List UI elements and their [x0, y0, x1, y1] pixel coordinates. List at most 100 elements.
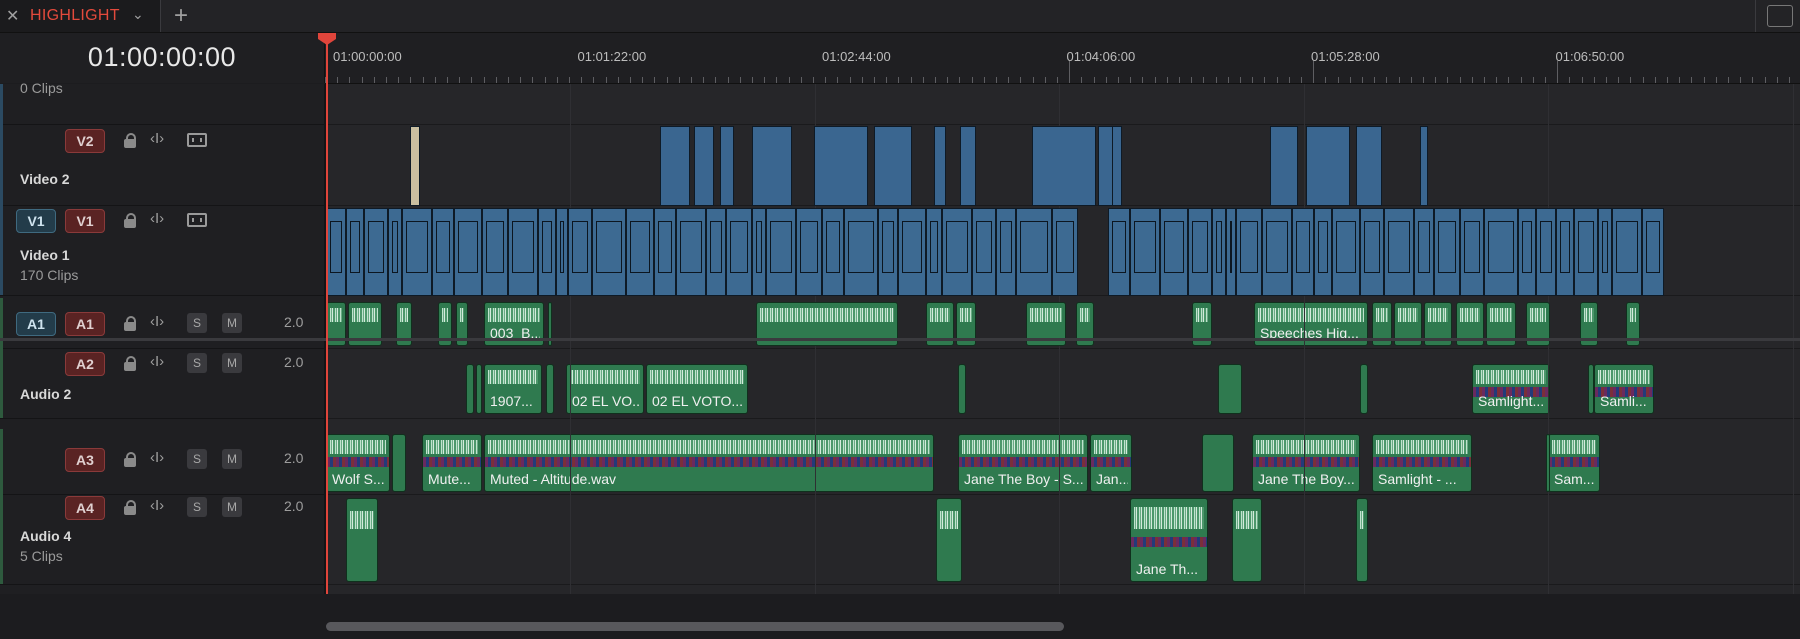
video-clip[interactable] — [1226, 208, 1236, 296]
audio-clip[interactable] — [466, 364, 474, 414]
audio-clip[interactable] — [1356, 498, 1368, 582]
video-clip[interactable] — [926, 208, 942, 296]
timeline-tab-title[interactable]: HIGHLIGHT — [30, 7, 120, 25]
video-clip[interactable] — [388, 208, 402, 296]
mute-button[interactable]: M — [222, 449, 242, 469]
lock-icon[interactable] — [124, 500, 136, 515]
trim-icon[interactable]: ‹I› — [150, 130, 164, 147]
audio-clip[interactable] — [1218, 364, 1242, 414]
mute-button[interactable]: M — [222, 353, 242, 373]
video-clip[interactable] — [706, 208, 726, 296]
video-clip[interactable] — [1130, 208, 1160, 296]
video-clip[interactable] — [1314, 208, 1332, 296]
video-clip[interactable] — [1236, 208, 1262, 296]
audio-clip[interactable]: Samli... — [1594, 364, 1654, 414]
audio-clip[interactable]: Sam... — [1548, 434, 1600, 492]
horizontal-scrollbar[interactable] — [326, 622, 1064, 631]
audio-clip[interactable] — [1232, 498, 1262, 582]
video-clip[interactable] — [844, 208, 878, 296]
track-button-a3[interactable]: A3 — [65, 448, 105, 472]
video-clip[interactable] — [1112, 126, 1122, 206]
audio-clip[interactable] — [1360, 364, 1368, 414]
solo-button[interactable]: S — [187, 353, 207, 373]
audio-clip[interactable]: Muted - Altitude.wav — [484, 434, 934, 492]
video-clip[interactable] — [1160, 208, 1188, 296]
video-clip[interactable] — [752, 126, 792, 206]
film-icon[interactable] — [187, 213, 207, 227]
chevron-down-icon[interactable]: ⌄ — [132, 6, 144, 23]
audio-clip[interactable] — [346, 498, 378, 582]
video-clip[interactable] — [402, 208, 432, 296]
lock-icon[interactable] — [124, 133, 136, 148]
video-clip[interactable] — [1306, 126, 1350, 206]
video-clip[interactable] — [326, 208, 346, 296]
audio-clip[interactable]: Samlight... — [1472, 364, 1550, 414]
lock-icon[interactable] — [124, 316, 136, 331]
playhead-line[interactable] — [326, 40, 328, 620]
video-clip[interactable] — [934, 126, 946, 206]
audio-clip[interactable] — [1546, 434, 1550, 492]
video-clip[interactable] — [878, 208, 898, 296]
track-name-a2[interactable]: Audio 2 — [20, 386, 71, 402]
audio-clip[interactable]: Wolf S... — [326, 434, 390, 492]
audio-clip[interactable]: Jane The Boy... — [1252, 434, 1360, 492]
audio-clip[interactable] — [958, 364, 966, 414]
video-clip[interactable] — [766, 208, 796, 296]
source-patch-v1[interactable]: V1 — [16, 209, 56, 233]
lock-icon[interactable] — [124, 213, 136, 228]
track-button-a4[interactable]: A4 — [65, 496, 105, 520]
audio-clip[interactable]: 02 EL VO... — [566, 364, 644, 414]
video-clip[interactable] — [1016, 208, 1052, 296]
video-clip[interactable] — [482, 208, 508, 296]
audio-clip[interactable]: Jane The Boy - S... — [958, 434, 1088, 492]
video-clip[interactable] — [1292, 208, 1314, 296]
audio-clip[interactable] — [476, 364, 482, 414]
video-clip[interactable] — [822, 208, 844, 296]
close-tab-icon[interactable]: ✕ — [6, 6, 19, 26]
mute-button[interactable]: M — [222, 497, 242, 517]
lock-icon[interactable] — [124, 452, 136, 467]
film-icon[interactable] — [187, 133, 207, 147]
video-clip[interactable] — [1270, 126, 1298, 206]
video-clip[interactable] — [752, 208, 766, 296]
trim-icon[interactable]: ‹I› — [150, 497, 164, 514]
video-clip[interactable] — [960, 126, 976, 206]
track-name-a4[interactable]: Audio 4 — [20, 528, 71, 544]
video-clip[interactable] — [1420, 126, 1428, 206]
video-clip[interactable] — [568, 208, 592, 296]
video-clip[interactable] — [1360, 208, 1384, 296]
video-clip[interactable] — [654, 208, 676, 296]
video-clip[interactable] — [1052, 208, 1078, 296]
mute-button[interactable]: M — [222, 313, 242, 333]
video-clip[interactable] — [1356, 126, 1382, 206]
panel-toggle-icon[interactable] — [1767, 5, 1793, 27]
video-clip[interactable] — [538, 208, 556, 296]
video-clip[interactable] — [874, 126, 912, 206]
timeline-tab[interactable]: ✕ HIGHLIGHT ⌄ — [0, 0, 161, 32]
video-clip[interactable] — [942, 208, 972, 296]
lock-icon[interactable] — [124, 356, 136, 371]
audio-clip[interactable] — [546, 364, 554, 414]
audio-clip[interactable]: 02 EL VOTO... — [646, 364, 748, 414]
track-name-v1[interactable]: Video 1 — [20, 247, 70, 263]
video-clip[interactable] — [1332, 208, 1360, 296]
video-clip[interactable] — [1262, 208, 1292, 296]
trim-icon[interactable]: ‹I› — [150, 449, 164, 466]
audio-clip[interactable] — [1588, 364, 1594, 414]
video-clip[interactable] — [1434, 208, 1460, 296]
video-clip[interactable] — [556, 208, 568, 296]
video-clip[interactable] — [1212, 208, 1226, 296]
audio-clip[interactable]: Jan... — [1090, 434, 1132, 492]
video-clip[interactable] — [720, 126, 734, 206]
video-clip[interactable] — [346, 208, 364, 296]
audio-clip[interactable] — [936, 498, 962, 582]
video-clip[interactable] — [1414, 208, 1434, 296]
solo-button[interactable]: S — [187, 449, 207, 469]
track-name-v2[interactable]: Video 2 — [20, 171, 70, 187]
video-clip[interactable] — [1384, 208, 1414, 296]
trim-icon[interactable]: ‹I› — [150, 313, 164, 330]
video-clip[interactable] — [1484, 208, 1518, 296]
audio-clip[interactable] — [392, 434, 406, 492]
track-button-a1[interactable]: A1 — [65, 312, 105, 336]
trim-icon[interactable]: ‹I› — [150, 353, 164, 370]
